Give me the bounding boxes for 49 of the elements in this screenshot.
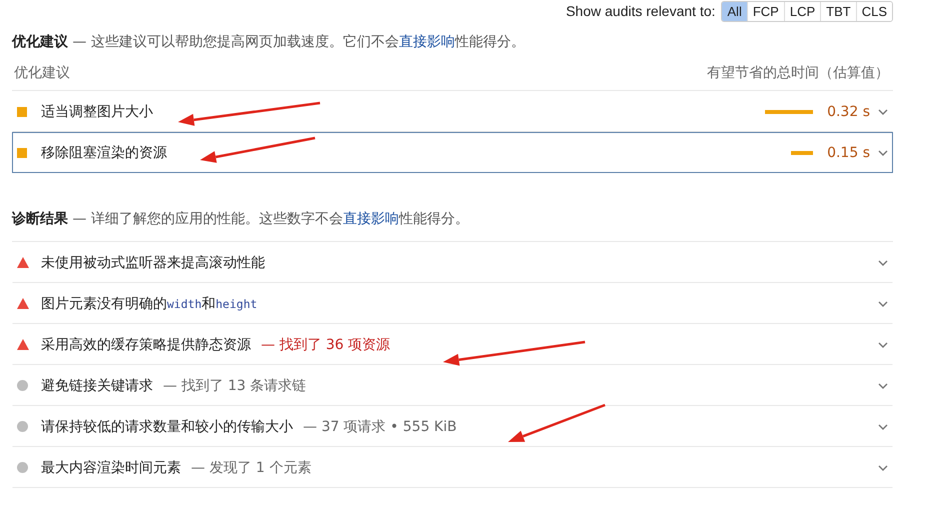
audit-row[interactable]: 适当调整图片大小 0.32 s	[12, 91, 893, 132]
audit-detail: — 37 项请求 • 555 KiB	[303, 418, 457, 436]
filter-option[interactable]: CLS	[856, 2, 892, 20]
audit-row[interactable]: 请保持较低的请求数量和较小的传输大小 — 37 项请求 • 555 KiB	[12, 406, 893, 447]
savings-bar	[790, 150, 814, 154]
chevron-icon[interactable]	[878, 300, 888, 306]
chevron-icon[interactable]	[878, 260, 888, 266]
chevron-icon[interactable]	[878, 342, 888, 348]
chevron-icon[interactable]	[878, 424, 888, 430]
warning-triangle-icon	[17, 257, 29, 268]
filter-label: Show audits relevant to:	[566, 3, 716, 19]
audit-title: 避免链接关键请求	[41, 376, 153, 394]
chevron-icon[interactable]	[878, 150, 888, 156]
filter-option[interactable]: All	[722, 2, 747, 20]
section-description: 诊断结果 — 详细了解您的应用的性能。这些数字不会直接影响性能得分。	[12, 211, 469, 227]
audit-title: 移除阻塞渲染的资源	[41, 144, 167, 162]
savings-value: 0.32 s	[827, 104, 870, 120]
column-header: 有望节省的总时间（估算值）	[707, 64, 889, 82]
chevron-icon[interactable]	[878, 382, 888, 388]
audit-title: 未使用被动式监听器来提高滚动性能	[41, 254, 265, 272]
section-description: 优化建议 — 这些建议可以帮助您提高网页加载速度。它们不会直接影响性能得分。	[12, 34, 525, 50]
audit-detail: — 找到了 36 项资源	[261, 336, 390, 354]
info-dot-icon	[17, 462, 28, 473]
audit-detail: — 发现了 1 个元素	[191, 458, 312, 476]
audit-title: 请保持较低的请求数量和较小的传输大小	[41, 418, 293, 436]
audit-detail: — 找到了 13 条请求链	[163, 376, 306, 394]
audit-row[interactable]: 未使用被动式监听器来提高滚动性能	[12, 242, 893, 283]
info-dot-icon	[17, 380, 28, 391]
warning-triangle-icon	[17, 339, 29, 350]
audit-row[interactable]: 图片元素没有明确的width和height	[12, 283, 893, 324]
audit-title: 图片元素没有明确的width和height	[41, 294, 258, 312]
audit-title: 适当调整图片大小	[41, 102, 153, 120]
chevron-icon[interactable]	[878, 464, 888, 470]
audit-row[interactable]: 最大内容渲染时间元素 — 发现了 1 个元素	[12, 447, 893, 488]
audit-title: 采用高效的缓存策略提供静态资源	[41, 336, 251, 354]
column-header: 优化建议	[14, 64, 70, 82]
chevron-icon[interactable]	[878, 108, 888, 114]
audit-row[interactable]: 移除阻塞渲染的资源 0.15 s	[12, 132, 893, 173]
audit-row[interactable]: 避免链接关键请求 — 找到了 13 条请求链	[12, 365, 893, 406]
savings-bar	[765, 110, 814, 114]
audit-row[interactable]: 采用高效的缓存策略提供静态资源 — 找到了 36 项资源	[12, 324, 893, 365]
opportunity-icon	[17, 106, 27, 116]
opportunity-icon	[17, 148, 27, 158]
audit-title: 最大内容渲染时间元素	[41, 458, 181, 476]
info-dot-icon	[17, 421, 28, 432]
warning-triangle-icon	[17, 298, 29, 309]
savings-value: 0.15 s	[827, 144, 870, 160]
link[interactable]: 直接影响	[342, 211, 399, 227]
link[interactable]: 直接影响	[398, 34, 455, 50]
